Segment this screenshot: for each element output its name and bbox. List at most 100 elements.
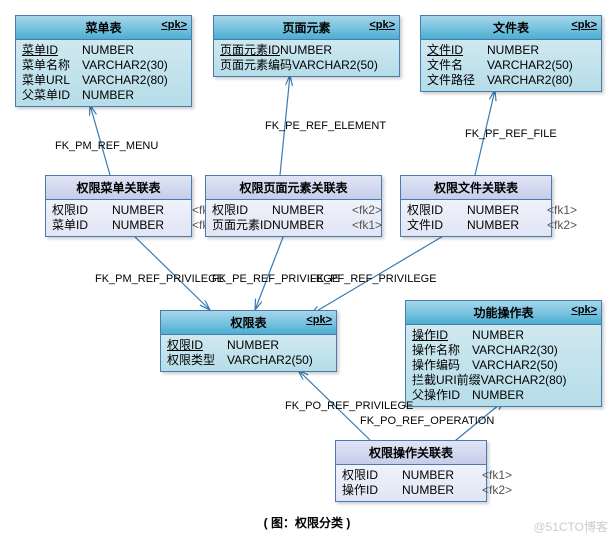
- column-name: 权限ID: [212, 203, 272, 218]
- column-row: 页面元素IDNUMBER<fk1>: [212, 218, 375, 233]
- entity-priv-page: 权限页面元素关联表 权限IDNUMBER<fk2>页面元素IDNUMBER<fk…: [205, 175, 382, 237]
- column-key: <fk2>: [482, 483, 512, 498]
- watermark: @51CTO博客: [533, 518, 608, 535]
- entity-privilege: 权限表<pk> 权限IDNUMBER权限类型VARCHAR2(50): [160, 310, 337, 372]
- column-name: 操作ID: [412, 328, 472, 343]
- column-type: NUMBER: [472, 328, 552, 343]
- column-row: 操作IDNUMBER<fk2>: [342, 483, 480, 498]
- title: 权限操作关联表: [369, 446, 453, 460]
- column-row: 操作名称VARCHAR2(30): [412, 343, 595, 358]
- column-name: 权限类型: [167, 353, 227, 368]
- column-name: 页面元素ID: [220, 43, 280, 58]
- title: 菜单表: [85, 21, 121, 35]
- column-name: 菜单名称: [22, 58, 82, 73]
- entity-file: 文件表 <pk> 文件IDNUMBER文件名VARCHAR2(50)文件路径VAR…: [420, 15, 602, 92]
- column-type: VARCHAR2(50): [227, 353, 313, 368]
- fk-label: FK_PF_REF_FILE: [465, 128, 557, 140]
- title: 权限菜单关联表: [76, 181, 160, 195]
- column-type: VARCHAR2(80): [481, 373, 567, 388]
- column-type: NUMBER: [280, 43, 360, 58]
- column-key: <fk2>: [547, 218, 577, 233]
- column-type: NUMBER: [402, 483, 482, 498]
- column-row: 权限类型VARCHAR2(50): [167, 353, 330, 368]
- column-name: 操作名称: [412, 343, 472, 358]
- column-row: 文件IDNUMBER<fk2>: [407, 218, 545, 233]
- column-name: 菜单ID: [22, 43, 82, 58]
- column-name: 页面元素ID: [212, 218, 272, 233]
- column-key: <fk2>: [352, 203, 382, 218]
- column-type: NUMBER: [487, 43, 567, 58]
- column-row: 菜单名称VARCHAR2(30): [22, 58, 185, 73]
- fk-label: FK_PM_REF_PRIVILEGE: [95, 273, 224, 285]
- column-type: VARCHAR2(30): [472, 343, 558, 358]
- column-type: NUMBER: [402, 468, 482, 483]
- column-row: 文件IDNUMBER: [427, 43, 595, 58]
- column-type: NUMBER: [272, 218, 352, 233]
- column-type: NUMBER: [272, 203, 352, 218]
- column-type: NUMBER: [472, 388, 552, 403]
- fk-label: FK_PO_REF_PRIVILEGE: [285, 400, 413, 412]
- column-row: 权限IDNUMBER<fk2>: [212, 203, 375, 218]
- column-row: 父菜单IDNUMBER: [22, 88, 185, 103]
- column-type: VARCHAR2(80): [82, 73, 168, 88]
- column-name: 文件路径: [427, 73, 487, 88]
- column-name: 文件ID: [407, 218, 467, 233]
- column-type: NUMBER: [82, 43, 162, 58]
- column-row: 页面元素编码VARCHAR2(50): [220, 58, 393, 73]
- title: 权限文件关联表: [434, 181, 518, 195]
- pk-marker: <pk>: [571, 19, 597, 31]
- fk-label: FK_PM_REF_MENU: [55, 140, 158, 152]
- column-key: <fk1>: [547, 203, 577, 218]
- column-row: 父操作IDNUMBER: [412, 388, 595, 403]
- pk-marker: <pk>: [161, 19, 187, 31]
- column-row: 操作IDNUMBER: [412, 328, 595, 343]
- column-key: <fk1>: [482, 468, 512, 483]
- column-type: VARCHAR2(50): [472, 358, 558, 373]
- title: 页面元素: [282, 21, 330, 35]
- column-row: 菜单IDNUMBER: [22, 43, 185, 58]
- column-row: 文件名VARCHAR2(50): [427, 58, 595, 73]
- column-name: 操作编码: [412, 358, 472, 373]
- title: 功能操作表: [473, 306, 533, 320]
- column-name: 文件ID: [427, 43, 487, 58]
- fk-label: FK_PO_REF_OPERATION: [360, 415, 494, 427]
- column-name: 操作ID: [342, 483, 402, 498]
- column-row: 页面元素IDNUMBER: [220, 43, 393, 58]
- column-row: 拦截URI前缀VARCHAR2(80): [412, 373, 595, 388]
- column-name: 文件名: [427, 58, 487, 73]
- column-row: 菜单URLVARCHAR2(80): [22, 73, 185, 88]
- column-type: NUMBER: [467, 218, 547, 233]
- column-row: 文件路径VARCHAR2(80): [427, 73, 595, 88]
- title: 文件表: [493, 21, 529, 35]
- pk-marker: <pk>: [369, 19, 395, 31]
- column-name: 父操作ID: [412, 388, 472, 403]
- column-type: VARCHAR2(80): [487, 73, 573, 88]
- column-name: 权限ID: [342, 468, 402, 483]
- column-row: 菜单IDNUMBER<fk1>: [52, 218, 185, 233]
- column-name: 权限ID: [52, 203, 112, 218]
- column-name: 菜单ID: [52, 218, 112, 233]
- column-row: 权限IDNUMBER<fk1>: [407, 203, 545, 218]
- column-name: 拦截URI前缀: [412, 373, 481, 388]
- column-type: NUMBER: [82, 88, 162, 103]
- pk-marker: <pk>: [306, 314, 332, 326]
- entity-page-element: 页面元素 <pk> 页面元素IDNUMBER页面元素编码VARCHAR2(50): [213, 15, 400, 77]
- entity-priv-operation: 权限操作关联表 权限IDNUMBER<fk1>操作IDNUMBER<fk2>: [335, 440, 487, 502]
- diagram-caption: ( 图：权限分类 ): [0, 514, 614, 531]
- column-name: 权限ID: [167, 338, 227, 353]
- column-row: 权限IDNUMBER<fk2>: [52, 203, 185, 218]
- fk-label: FK_PF_REF_PRIVILEGE: [310, 273, 437, 285]
- column-type: NUMBER: [112, 218, 192, 233]
- column-type: VARCHAR2(50): [487, 58, 573, 73]
- column-key: <fk1>: [352, 218, 382, 233]
- fk-label: FK_PE_REF_ELEMENT: [265, 120, 386, 132]
- column-type: NUMBER: [112, 203, 192, 218]
- entity-priv-file: 权限文件关联表 权限IDNUMBER<fk1>文件IDNUMBER<fk2>: [400, 175, 552, 237]
- column-type: NUMBER: [227, 338, 307, 353]
- column-name: 菜单URL: [22, 73, 82, 88]
- title: 权限页面元素关联表: [239, 181, 347, 195]
- column-type: NUMBER: [467, 203, 547, 218]
- entity-operation: 功能操作表<pk> 操作IDNUMBER操作名称VARCHAR2(30)操作编码…: [405, 300, 602, 407]
- column-name: 页面元素编码: [220, 58, 292, 73]
- column-type: VARCHAR2(30): [82, 58, 168, 73]
